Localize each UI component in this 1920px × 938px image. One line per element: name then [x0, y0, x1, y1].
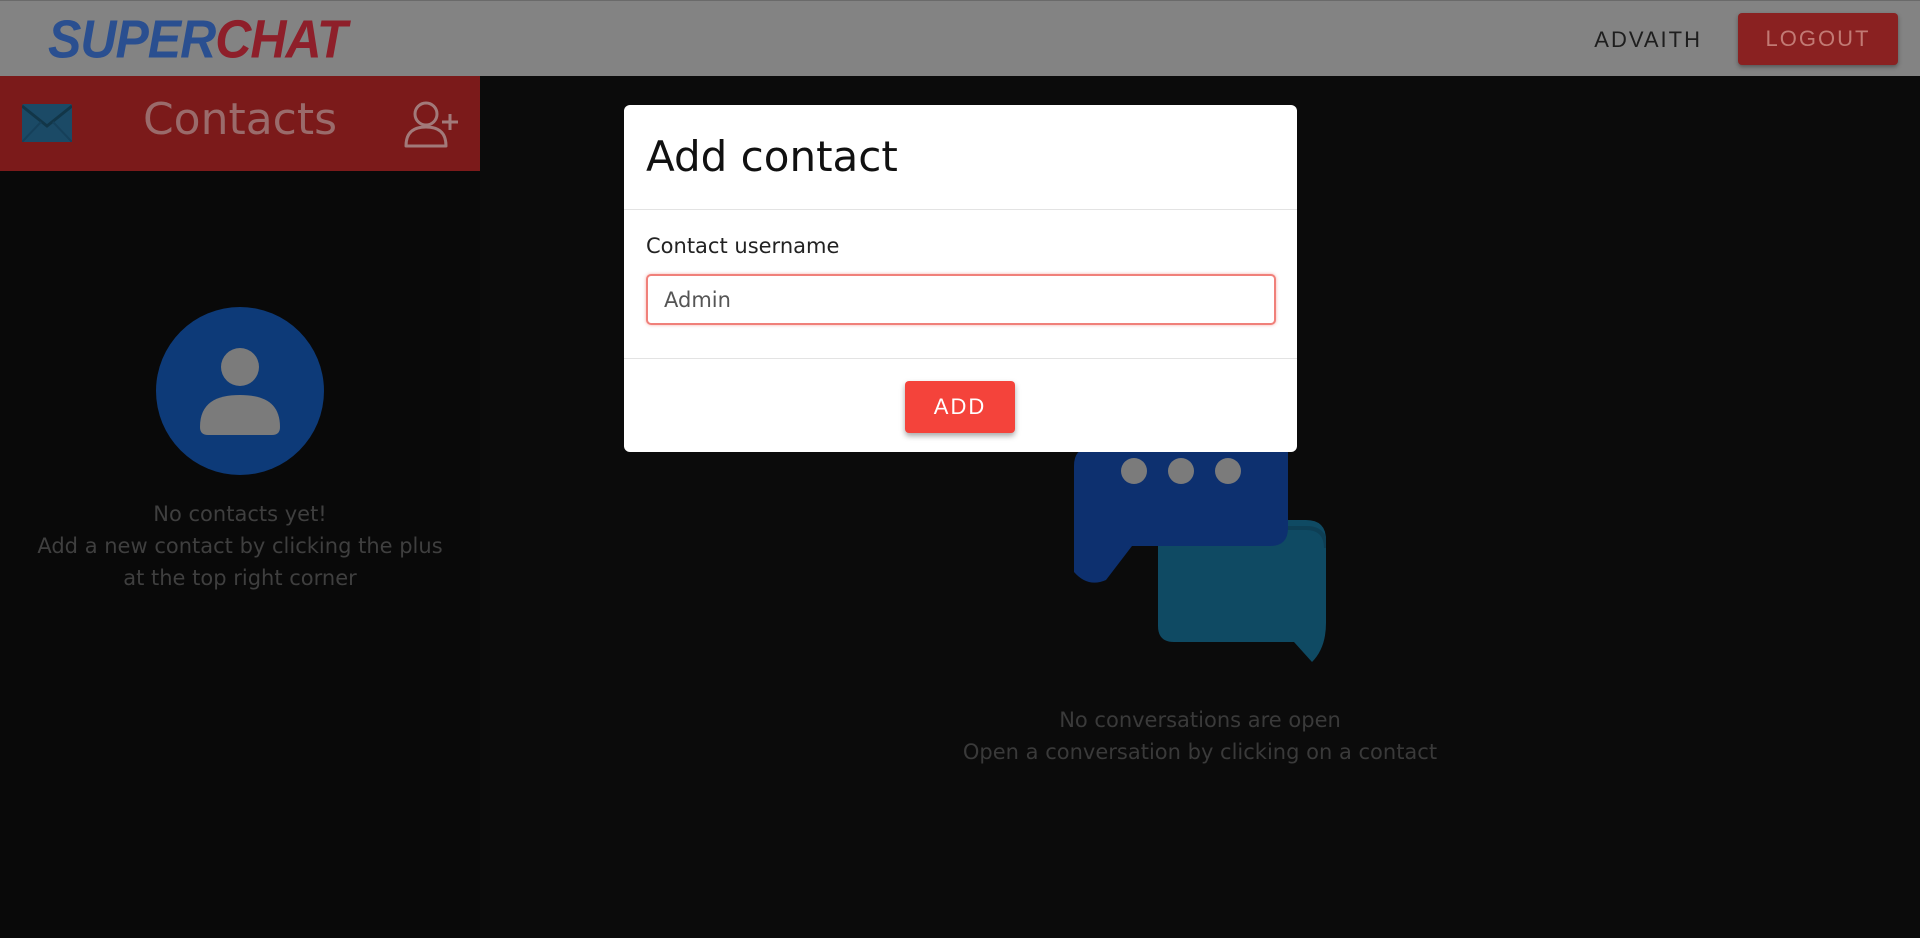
modal-body: Contact username [624, 210, 1297, 359]
empty-conversation-line2: Open a conversation by clicking on a con… [962, 740, 1438, 764]
modal-footer: ADD [624, 359, 1297, 452]
top-bar: SUPERCHAT ADVAITH LOGOUT [0, 0, 1920, 76]
modal-title: Add contact [646, 132, 898, 181]
logo-chat: CHAT [215, 8, 347, 70]
contacts-header: Contacts [0, 76, 480, 171]
contacts-sidebar: Contacts No contacts yet! Add a new cont… [0, 76, 480, 938]
empty-contacts-line1: No contacts yet! [153, 502, 327, 526]
contact-username-label: Contact username [646, 234, 840, 258]
avatar-placeholder-icon [156, 307, 324, 475]
logout-button[interactable]: LOGOUT [1738, 13, 1898, 65]
empty-contacts-message: No contacts yet! Add a new contact by cl… [0, 498, 480, 594]
add-contact-button[interactable]: ADD [905, 381, 1015, 433]
add-user-icon[interactable] [404, 100, 460, 148]
empty-conversation-message: No conversations are open Open a convers… [900, 704, 1500, 768]
modal-header: Add contact [624, 105, 1297, 210]
logo-super: SUPER [48, 8, 216, 70]
chat-bubbles-icon [1074, 448, 1326, 662]
empty-conversation-line1: No conversations are open [1059, 708, 1341, 732]
app-logo[interactable]: SUPERCHAT [48, 8, 347, 70]
add-contact-modal: Add contact Contact username ADD [624, 105, 1297, 452]
contact-username-input[interactable] [646, 274, 1276, 325]
current-username: ADVAITH [1594, 27, 1702, 52]
empty-contacts-line2: Add a new contact by clicking the plus [37, 534, 443, 558]
empty-contacts-line3: at the top right corner [123, 566, 357, 590]
